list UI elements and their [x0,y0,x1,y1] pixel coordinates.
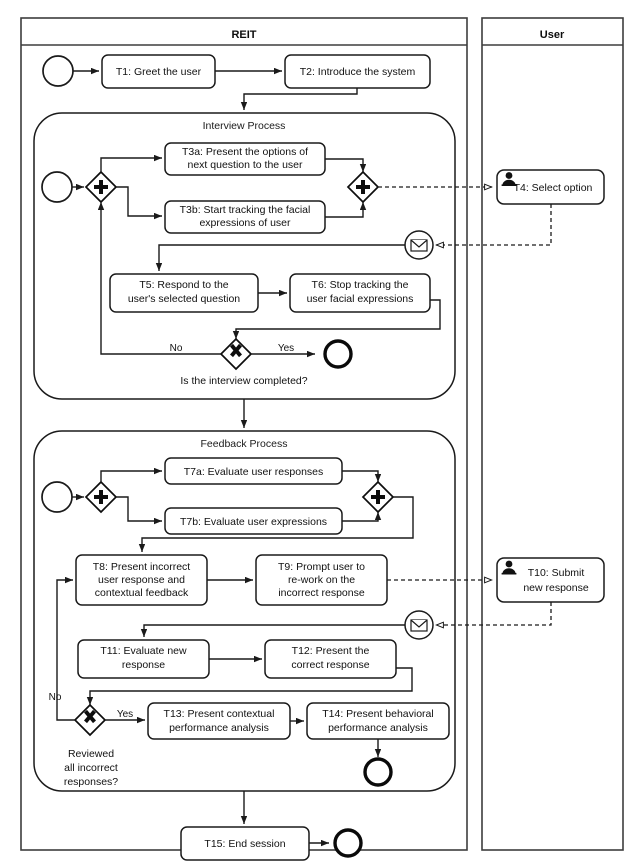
task-t10-box [496,557,605,603]
task-t12[interactable]: T12: Present the correct response [264,639,397,679]
task-t8-label-line1: T8: Present incorrect [93,561,191,573]
edge-label-feedback-yes: Yes [117,709,133,720]
task-t15-label: T15: End session [204,838,285,850]
end-event-interview[interactable] [323,339,353,369]
lane-title-user: User [540,29,565,41]
edge-label-feedback-no: No [49,692,62,703]
task-t4[interactable]: T4: Select option [496,169,605,205]
task-t1[interactable]: T1: Greet the user [101,54,216,89]
task-t2-label: T2: Introduce the system [300,66,416,78]
task-t2[interactable]: T2: Introduce the system [284,54,431,89]
task-t7b-label: T7b: Evaluate user expressions [180,516,327,528]
task-t14-label-line2: performance analysis [328,722,428,734]
message-event-interview[interactable] [404,230,434,260]
task-t6-label-line1: T6: Stop tracking the [312,279,409,291]
lane-user-body [481,17,624,851]
task-t7a[interactable]: T7a: Evaluate user responses [164,457,343,485]
task-t13-label-line1: T13: Present contextual [164,708,275,720]
condition-label-feedback-line1: Reviewed [68,748,114,760]
task-t9-label-line2: re-work on the [288,574,355,586]
task-t8-label-line3: contextual feedback [95,587,189,599]
message-event-feedback[interactable] [404,610,434,640]
task-t1-label: T1: Greet the user [116,66,202,78]
task-t8-label-line2: user response and [98,574,185,586]
start-event-icon [42,55,74,87]
task-t5-label-line2: user's selected question [128,293,240,305]
task-t11-label-line2: response [122,659,165,671]
task-t3a-label-line1: T3a: Present the options of [182,146,308,158]
task-t3b-label-line2: expressions of user [199,217,291,229]
task-t10-label-line1: T10: Submit [528,567,585,579]
task-t14[interactable]: T14: Present behavioral performance anal… [306,702,450,740]
task-t3b-label-line1: T3b: Start tracking the facial [180,204,311,216]
task-t7b[interactable]: T7b: Evaluate user expressions [164,507,343,535]
task-t5[interactable]: T5: Respond to the user's selected quest… [109,273,259,313]
bpmn-diagram-canvas: REIT User T1: Greet the user T2: Introdu… [20,17,624,861]
task-t6-label-line2: user facial expressions [307,293,414,305]
task-t10[interactable]: T10: Submit new response [496,557,605,603]
start-event-interview[interactable] [41,171,73,203]
pool-user: User [481,17,624,851]
task-t9-label-line1: T9: Prompt user to [278,561,365,573]
task-t13-label-line2: performance analysis [169,722,269,734]
start-event-main[interactable] [42,55,74,87]
start-event-feedback[interactable] [41,481,73,513]
task-t3a-label-line2: next question to the user [188,159,303,171]
end-event-feedback[interactable] [363,757,393,787]
task-t5-label-line1: T5: Respond to the [139,279,228,291]
task-t12-label-line2: correct response [291,659,369,671]
task-t9-label-line3: incorrect response [278,587,365,599]
start-event-icon [41,171,73,203]
task-t13[interactable]: T13: Present contextual performance anal… [147,702,291,740]
edge-label-interview-no: No [170,343,183,354]
condition-label-interview: Is the interview completed? [180,375,307,387]
task-t14-label-line1: T14: Present behavioral [322,708,433,720]
condition-label-feedback-line2: all incorrect [64,762,118,774]
start-event-icon [41,481,73,513]
condition-label-feedback-line3: responses? [64,776,118,788]
lane-title-reit: REIT [231,29,256,41]
task-t3a[interactable]: T3a: Present the options of next questio… [164,142,326,176]
task-t6[interactable]: T6: Stop tracking the user facial expres… [289,273,431,313]
task-t8[interactable]: T8: Present incorrect user response and … [75,554,208,606]
end-event-icon [323,339,353,369]
task-t4-label: T4: Select option [514,182,593,194]
subprocess-interview-title: Interview Process [203,120,286,132]
task-t11-label-line1: T11: Evaluate new [100,645,187,657]
task-t10-label-line2: new response [523,582,589,594]
task-t12-label-line1: T12: Present the [292,645,370,657]
task-t11[interactable]: T11: Evaluate new response [77,639,210,679]
end-event-main[interactable] [333,828,363,858]
task-t3b[interactable]: T3b: Start tracking the facial expressio… [164,200,326,234]
edge-label-interview-yes: Yes [278,343,294,354]
end-event-icon [363,757,393,787]
end-event-icon [333,828,363,858]
subprocess-feedback-title: Feedback Process [201,438,288,450]
task-t7a-label: T7a: Evaluate user responses [184,466,324,478]
task-t15[interactable]: T15: End session [180,826,310,861]
task-t9[interactable]: T9: Prompt user to re-work on the incorr… [255,554,388,606]
